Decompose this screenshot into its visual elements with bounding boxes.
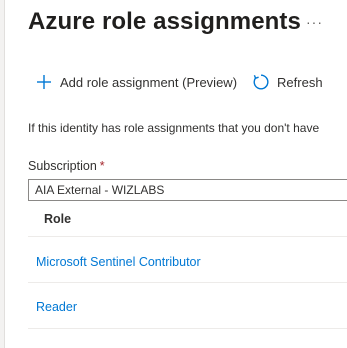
page-title: Azure role assignments (28, 8, 301, 35)
command-bar: Add role assignment (Preview) Refresh (28, 66, 323, 98)
role-link-reader[interactable]: Reader (36, 298, 77, 316)
add-role-assignment-button[interactable]: Add role assignment (Preview) (28, 72, 237, 92)
row-divider (28, 282, 347, 283)
subscription-label-text: Subscription (28, 159, 97, 173)
add-role-assignment-label: Add role assignment (Preview) (60, 74, 238, 90)
refresh-button[interactable]: Refresh (251, 72, 323, 92)
refresh-label: Refresh (277, 74, 323, 90)
refresh-icon (251, 72, 271, 92)
info-message: If this identity has role assignments th… (28, 121, 320, 135)
plus-icon (34, 72, 54, 92)
subscription-label: Subscription * (28, 157, 105, 175)
row-divider (28, 328, 347, 329)
header-divider (28, 236, 347, 237)
column-header-role[interactable]: Role (44, 210, 71, 228)
subscription-dropdown[interactable]: AIA External - WIZLABS (28, 179, 347, 201)
role-link-sentinel-contributor[interactable]: Microsoft Sentinel Contributor (36, 253, 201, 271)
required-asterisk: * (99, 159, 105, 173)
more-ellipsis-icon[interactable]: ··· (306, 12, 323, 32)
blade-left-edge (0, 0, 5, 348)
